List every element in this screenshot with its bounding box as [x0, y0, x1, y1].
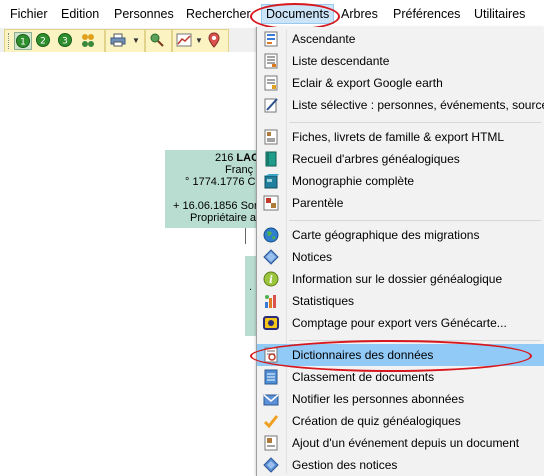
- printer-dropdown-icon[interactable]: ▼: [132, 36, 140, 45]
- toolbar-grip[interactable]: [8, 33, 11, 49]
- person-occupation: Propriétaire a: [190, 212, 256, 224]
- chart-dropdown-icon[interactable]: ▼: [195, 36, 203, 45]
- menu-item-comptage-genecarte[interactable]: Comptage pour export vers Génécarte...: [257, 312, 544, 334]
- menu-item-ascendante[interactable]: Ascendante: [257, 28, 544, 50]
- notices-icon: [263, 249, 279, 265]
- person-box-text: .: [248, 281, 253, 293]
- menu-item-liste-descendante[interactable]: Liste descendante: [257, 50, 544, 72]
- menu-item-dictionnaires-donnees[interactable]: Dictionnaires des données: [257, 344, 544, 366]
- menu-arbres[interactable]: Arbres: [341, 7, 378, 21]
- selective-list-icon: [263, 97, 279, 113]
- menu-personnes[interactable]: Personnes: [114, 7, 174, 21]
- menu-rechercher[interactable]: Rechercher: [186, 7, 251, 21]
- menu-item-statistiques[interactable]: Statistiques: [257, 290, 544, 312]
- add-event-icon: [263, 435, 279, 451]
- document-filing-icon: [263, 369, 279, 385]
- menu-item-eclair-google-earth[interactable]: Eclair & export Google earth: [257, 72, 544, 94]
- person-birth: ° 1774.1776 C: [185, 176, 256, 188]
- menu-item-notifier-abonnes[interactable]: Notifier les personnes abonnées: [257, 388, 544, 410]
- generation-2-icon[interactable]: 2: [35, 32, 53, 50]
- generation-1-icon[interactable]: 1: [14, 32, 32, 50]
- menu-separator: [289, 340, 541, 341]
- globe-icon: [263, 227, 279, 243]
- menu-item-notices[interactable]: Notices: [257, 246, 544, 268]
- descendant-list-icon: [263, 53, 279, 69]
- person-search-icon[interactable]: [149, 32, 167, 50]
- person-box-ancestor[interactable]: 216 LAC Franç ° 1774.1776 C + 16.06.1856…: [165, 150, 256, 228]
- menu-edition[interactable]: Edition: [61, 7, 99, 21]
- person-death: + 16.06.1856 Sor: [173, 200, 256, 212]
- menu-item-carte-migrations[interactable]: Carte géographique des migrations: [257, 224, 544, 246]
- documents-dropdown-menu: Ascendante Liste descendante Eclair & ex…: [256, 27, 544, 476]
- toolbar: 1 2 3 ▼ ▼: [0, 28, 260, 53]
- menu-item-information-dossier[interactable]: i Information sur le dossier généalogiqu…: [257, 268, 544, 290]
- menu-item-fiches-livrets[interactable]: Fiches, livrets de famille & export HTML: [257, 126, 544, 148]
- toolbar-group-charts: ▼: [172, 29, 229, 53]
- notify-icon: [263, 391, 279, 407]
- tree-canvas: 216 LAC Franç ° 1774.1776 C + 16.06.1856…: [0, 52, 256, 476]
- data-dictionary-icon: [263, 347, 279, 363]
- notices-management-icon: [263, 457, 279, 473]
- menu-fichier[interactable]: Fichier: [10, 7, 48, 21]
- family-icon[interactable]: [80, 32, 98, 50]
- person-number: 216: [215, 152, 234, 164]
- person-surname: LAC: [236, 152, 256, 164]
- menu-item-quiz[interactable]: Création de quiz généalogiques: [257, 410, 544, 432]
- svg-text:1: 1: [20, 38, 26, 48]
- svg-text:3: 3: [62, 37, 68, 47]
- person-box-descendant[interactable]: .: [245, 256, 256, 336]
- menu-item-liste-selective[interactable]: Liste sélective : personnes, événements,…: [257, 94, 544, 116]
- ascendant-tree-icon: [263, 31, 279, 47]
- toolbar-group-print: ▼: [105, 29, 145, 53]
- tree-connector: [245, 228, 246, 244]
- svg-text:i: i: [269, 275, 273, 286]
- chart-icon[interactable]: [176, 32, 194, 50]
- menu-documents[interactable]: Documents: [261, 4, 335, 24]
- menu-item-ajout-evenement[interactable]: Ajout d'un événement depuis un document: [257, 432, 544, 454]
- menu-separator: [289, 220, 541, 221]
- kinship-icon: [263, 195, 279, 211]
- printer-icon[interactable]: [110, 32, 128, 50]
- menu-item-recueil-arbres[interactable]: Recueil d'arbres généalogiques: [257, 148, 544, 170]
- family-booklet-icon: [263, 129, 279, 145]
- menu-utilitaires[interactable]: Utilitaires: [474, 7, 525, 21]
- genecarte-count-icon: [263, 315, 279, 331]
- toolbar-group-search: [145, 29, 172, 53]
- google-earth-export-icon: [263, 75, 279, 91]
- menu-preferences[interactable]: Préférences: [393, 7, 460, 21]
- toolbar-group-generations: 1 2 3: [4, 29, 105, 53]
- menu-item-monographie[interactable]: Monographie complète: [257, 170, 544, 192]
- menu-separator: [289, 122, 541, 123]
- quiz-checkmark-icon: [263, 413, 279, 429]
- menu-bar: Fichier Edition Personnes Rechercher Doc…: [0, 0, 544, 29]
- info-icon: i: [263, 271, 279, 287]
- person-firstname: Franç: [225, 164, 254, 176]
- map-pin-icon[interactable]: [206, 32, 224, 50]
- tree-collection-icon: [263, 151, 279, 167]
- menu-item-parentele[interactable]: Parentèle: [257, 192, 544, 214]
- monograph-icon: [263, 173, 279, 189]
- menu-item-gestion-notices[interactable]: Gestion des notices: [257, 454, 544, 476]
- statistics-icon: [263, 293, 279, 309]
- svg-text:2: 2: [40, 37, 46, 47]
- generation-3-icon[interactable]: 3: [57, 32, 75, 50]
- menu-item-classement-documents[interactable]: Classement de documents: [257, 366, 544, 388]
